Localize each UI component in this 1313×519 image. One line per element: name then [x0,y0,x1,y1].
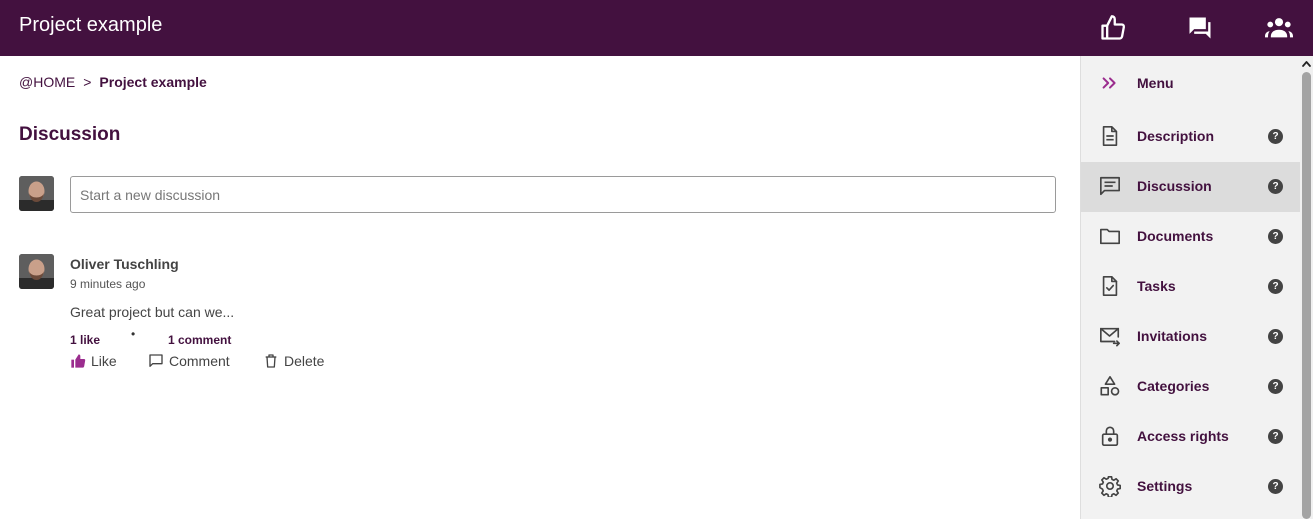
scroll-up-arrow-icon[interactable] [1300,56,1313,72]
sidebar-item-categories[interactable]: Categories ? [1081,362,1301,412]
comment-button-label: Comment [169,353,230,369]
comment-icon [148,353,164,369]
sidebar-item-label: Invitations [1137,328,1208,344]
help-icon[interactable]: ? [1268,379,1283,394]
comment-button[interactable]: Comment [148,353,230,369]
sidebar-item-label: Menu [1137,75,1174,91]
breadcrumb: @HOME > Project example [19,74,207,90]
help-icon[interactable]: ? [1268,229,1283,244]
breadcrumb-current: Project example [99,74,207,90]
sidebar-item-tasks[interactable]: Tasks ? [1081,262,1301,312]
post-text: Great project but can we... [70,304,235,320]
help-icon[interactable]: ? [1268,179,1283,194]
sidebar-item-documents[interactable]: Documents ? [1081,212,1301,262]
page-title: Discussion [19,124,121,145]
scrollbar-thumb[interactable] [1302,72,1311,519]
app-title: Project example [19,14,163,36]
delete-button-label: Delete [284,353,325,369]
gear-icon [1099,475,1121,497]
sidebar-item-discussion[interactable]: Discussion ? [1081,162,1301,212]
like-button-label: Like [91,353,117,369]
thumbs-up-icon [70,353,86,369]
task-icon [1099,275,1121,297]
sidebar-item-label: Access rights [1137,428,1229,444]
sidebar-item-label: Categories [1137,378,1210,394]
folder-icon [1099,225,1121,247]
new-discussion-input[interactable] [70,176,1056,213]
main-content: @HOME > Project example Discussion Olive… [0,56,1080,519]
sidebar-item-label: Description [1137,128,1215,144]
help-icon[interactable]: ? [1268,279,1283,294]
double-chevron-right-icon [1099,72,1121,94]
like-button[interactable]: Like [70,353,117,369]
top-bar: Project example [0,0,1313,56]
chat-icon[interactable] [1186,14,1214,42]
post-timestamp: 9 minutes ago [70,277,146,291]
sidebar-item-settings[interactable]: Settings ? [1081,462,1301,512]
post-author-avatar [19,254,54,289]
document-icon [1099,125,1121,147]
sidebar-item-menu[interactable]: Menu [1081,59,1301,109]
sidebar-item-description[interactable]: Description ? [1081,112,1301,162]
help-icon[interactable]: ? [1268,479,1283,494]
post-author-name[interactable]: Oliver Tuschling [70,256,179,272]
sidebar-scrollbar[interactable] [1300,56,1313,519]
breadcrumb-home-link[interactable]: @HOME [19,74,75,90]
delete-button[interactable]: Delete [263,353,324,369]
like-count[interactable]: 1 like [70,333,100,347]
help-icon[interactable]: ? [1268,329,1283,344]
sidebar: Menu Description ? Discussion ? Document… [1080,56,1301,519]
lock-icon [1099,425,1121,447]
group-icon[interactable] [1265,14,1293,42]
mail-icon [1099,325,1121,347]
trash-icon [263,353,279,369]
separator-dot: • [131,327,136,341]
shapes-icon [1099,375,1121,397]
sidebar-item-label: Tasks [1137,278,1176,294]
sidebar-item-label: Discussion [1137,178,1212,194]
sidebar-item-label: Settings [1137,478,1193,494]
help-icon[interactable]: ? [1268,129,1283,144]
chat-icon [1099,175,1121,197]
comment-count[interactable]: 1 comment [168,333,231,347]
help-icon[interactable]: ? [1268,429,1283,444]
thumbs-up-icon[interactable] [1099,14,1127,42]
current-user-avatar [19,176,54,211]
breadcrumb-separator: > [83,74,92,90]
sidebar-item-label: Documents [1137,228,1214,244]
sidebar-item-access-rights[interactable]: Access rights ? [1081,412,1301,462]
sidebar-item-invitations[interactable]: Invitations ? [1081,312,1301,362]
